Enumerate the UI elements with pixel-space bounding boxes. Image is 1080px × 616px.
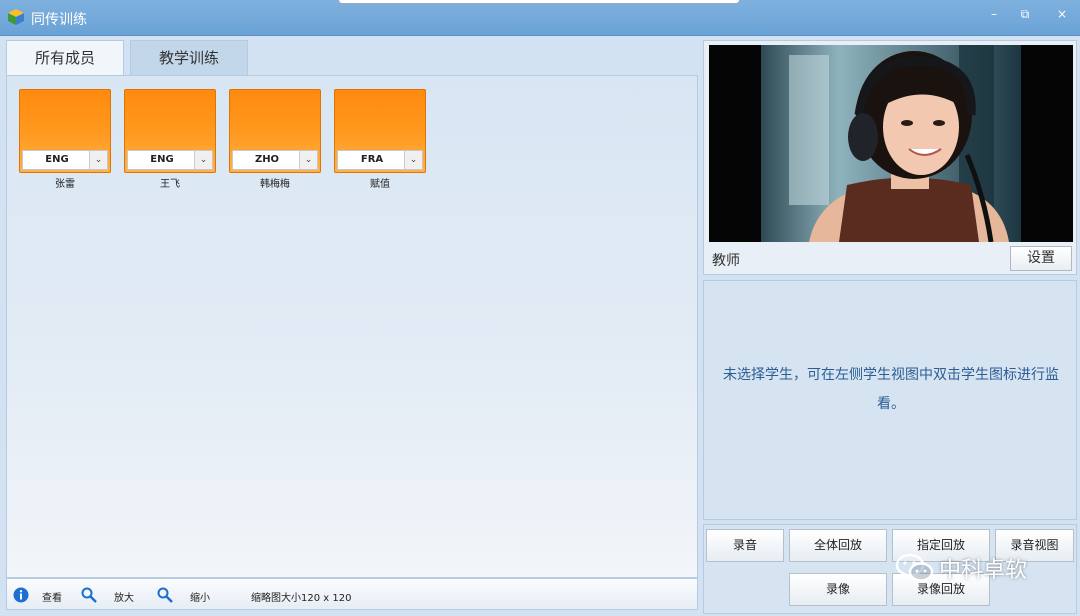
close-button[interactable]: × [1049,4,1075,24]
member-card[interactable]: FRA ⌄ 赋值 [334,89,426,190]
window-title: 同传训练 [31,12,87,28]
student-view: ENG ⌄ 张雷 ENG ⌄ 王飞 ZHO ⌄ 韩梅梅 FRA ⌄ 赋值 [6,75,698,578]
watermark: 中科卓软 [893,550,1063,586]
member-name: 赋值 [370,179,390,190]
student-monitor-area: 未选择学生，可在左侧学生视图中双击学生图标进行监看。 [703,280,1077,520]
member-panel: 所有成员 教学训练 ENG ⌄ 张雷 ENG ⌄ 王飞 ZHO ⌄ 韩梅梅 FR… [6,40,698,612]
app-cube-icon [8,9,24,25]
zoom-out-button[interactable]: 缩小 [157,585,217,605]
playback-all-button[interactable]: 全体回放 [789,529,887,562]
title-bar-strip [338,0,740,4]
tab-bar: 所有成员 教学训练 [6,40,698,76]
zoom-in-icon [81,587,97,603]
zoom-in-button[interactable]: 放大 [81,585,141,605]
member-name: 韩梅梅 [260,179,290,190]
record-audio-button[interactable]: 录音 [706,529,784,562]
chevron-down-icon[interactable]: ⌄ [404,151,422,169]
chevron-down-icon[interactable]: ⌄ [194,151,212,169]
language-value: ENG [150,154,174,165]
language-select[interactable]: ENG ⌄ [127,150,213,170]
wechat-icon [895,553,934,582]
teacher-panel: 教师 设置 未选择学生，可在左侧学生视图中双击学生图标进行监看。 录音 全体回放… [703,40,1077,614]
tab-teaching-training[interactable]: 教学训练 [130,40,248,75]
member-name: 王飞 [160,179,180,190]
minimize-button[interactable]: – [981,4,1007,24]
zoom-out-label: 缩小 [190,593,210,604]
maximize-button[interactable]: ⧉ [1012,4,1038,24]
language-value: FRA [360,154,384,165]
member-tile[interactable]: FRA ⌄ [334,89,426,173]
settings-button[interactable]: 设置 [1010,246,1072,271]
member-card[interactable]: ENG ⌄ 张雷 [19,89,111,190]
member-card[interactable]: ZHO ⌄ 韩梅梅 [229,89,321,190]
monitor-message: 未选择学生，可在左侧学生视图中双击学生图标进行监看。 [723,367,1059,412]
teacher-video-frame [709,45,1073,242]
record-video-button[interactable]: 录像 [789,573,887,606]
zoom-out-icon [157,587,173,603]
language-value: ENG [45,154,69,165]
language-select[interactable]: FRA ⌄ [337,150,423,170]
info-icon [13,587,29,603]
chevron-down-icon[interactable]: ⌄ [299,151,317,169]
member-tile[interactable]: ZHO ⌄ [229,89,321,173]
thumbnail-size-label: 缩略图大小120 x 120 [251,593,352,604]
tab-all-members[interactable]: 所有成员 [6,40,124,75]
view-button[interactable]: 查看 [13,585,73,605]
member-name: 张雷 [55,179,75,190]
teacher-label: 教师 [712,253,740,269]
zoom-in-label: 放大 [114,593,134,604]
language-value: ZHO [254,154,280,165]
watermark-text: 中科卓软 [939,558,1028,583]
language-select[interactable]: ENG ⌄ [22,150,108,170]
language-select[interactable]: ZHO ⌄ [232,150,318,170]
view-label: 查看 [42,593,62,604]
teacher-video-box: 教师 设置 [703,40,1077,275]
status-bar: 查看 放大 缩小 缩略图大小120 x 120 [6,578,698,610]
teacher-video [709,45,1073,242]
member-tile[interactable]: ENG ⌄ [19,89,111,173]
member-card[interactable]: ENG ⌄ 王飞 [124,89,216,190]
chevron-down-icon[interactable]: ⌄ [89,151,107,169]
title-bar: 同传训练 – ⧉ × [0,0,1080,36]
member-tile[interactable]: ENG ⌄ [124,89,216,173]
